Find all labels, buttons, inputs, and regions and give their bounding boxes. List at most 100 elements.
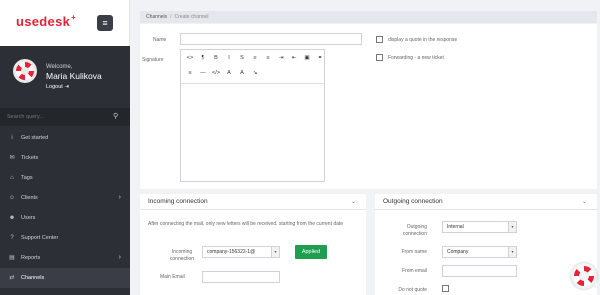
outgoing-title: Outgoing connection bbox=[383, 198, 443, 205]
chevron-right-icon: › bbox=[118, 194, 121, 201]
clear-format-icon[interactable]: ↘ bbox=[250, 70, 260, 76]
code-icon[interactable]: <> bbox=[185, 55, 195, 61]
outgoing-connection-label: Outgoing connection bbox=[402, 224, 427, 237]
chart-icon: ▤ bbox=[9, 255, 15, 261]
sidebar-item-label: Reports bbox=[21, 255, 41, 261]
breadcrumb: Channels / Create channel bbox=[140, 11, 597, 23]
bullet-list-icon[interactable]: ≡ bbox=[250, 55, 260, 61]
from-name-value: Company bbox=[447, 249, 469, 255]
sidebar-item-channels[interactable]: ⇄ Channels bbox=[0, 268, 130, 288]
forward-checkbox[interactable] bbox=[376, 54, 383, 61]
italic-icon[interactable]: I bbox=[224, 55, 234, 61]
search-input[interactable] bbox=[7, 111, 107, 123]
sidebar-item-users[interactable]: ☻ Users bbox=[0, 208, 130, 228]
indent-icon[interactable]: ⇤ bbox=[289, 55, 299, 61]
do-not-quote-checkbox[interactable] bbox=[442, 285, 449, 292]
outgoing-connection-card: Outgoing connection ⌄ Outgoing connection… bbox=[375, 194, 597, 295]
logo-text: usedesk bbox=[16, 14, 71, 29]
logout-label: Logout bbox=[46, 84, 63, 90]
lifebuoy-icon bbox=[574, 266, 594, 286]
outdent-icon[interactable]: ⇥ bbox=[276, 55, 286, 61]
editor-toolbar: <> ¶ B I S ≡ ≡ ⇥ ⇤ ▣ ⚭ ≡ — </> A A ↘ bbox=[181, 50, 324, 84]
link-icon[interactable]: ⚭ bbox=[315, 55, 325, 61]
inbox-icon: ✉ bbox=[9, 155, 15, 161]
sidebar-item-clients[interactable]: ☺ Clients › bbox=[0, 188, 130, 208]
question-icon: ? bbox=[10, 235, 14, 241]
horizontal-rule-icon[interactable]: — bbox=[198, 70, 208, 76]
welcome-text: Welcome, bbox=[46, 64, 73, 70]
font-color-icon[interactable]: A bbox=[224, 70, 234, 76]
sidebar-item-tickets[interactable]: ✉ Tickets bbox=[0, 148, 130, 168]
sidebar-nav: i Get started ✉ Tickets ⌂ Tags ☺ Clients › ☻ Users… bbox=[0, 128, 130, 288]
incoming-card-header[interactable]: Incoming connection ⌄ bbox=[140, 194, 366, 210]
main-email-label: Main Email bbox=[160, 274, 185, 280]
logout-icon: ⇥ bbox=[64, 84, 69, 90]
main-content: Channels / Create channel Name Signature <… bbox=[130, 0, 600, 295]
paragraph-icon[interactable]: ¶ bbox=[198, 55, 208, 61]
sidebar-item-get-started[interactable]: i Get started bbox=[0, 128, 130, 148]
from-email-label: From email bbox=[401, 268, 427, 274]
numbered-list-icon[interactable]: ≡ bbox=[263, 55, 273, 61]
sidebar-item-label: Users bbox=[21, 215, 36, 221]
background-color-icon[interactable]: A bbox=[237, 70, 247, 76]
from-email-field[interactable] bbox=[442, 265, 517, 277]
forward-option-label: Forwarding - a new ticket bbox=[388, 55, 444, 61]
chevron-down-icon: ▾ bbox=[508, 222, 516, 232]
quote-option-label: display a quote in the response bbox=[388, 37, 458, 43]
code-block-icon[interactable]: </> bbox=[211, 70, 221, 76]
breadcrumb-channels[interactable]: Channels bbox=[146, 14, 167, 20]
incoming-connection-select[interactable]: company-156322-1@ ▾ bbox=[202, 246, 280, 258]
support-widget-button[interactable] bbox=[571, 263, 597, 289]
menu-toggle-button[interactable]: ≡ bbox=[97, 15, 113, 31]
sidebar: usedesk+ ≡ Welcome, Maria Kulikova Logou… bbox=[0, 0, 130, 295]
incoming-connection-value: company-156322-1@ bbox=[207, 249, 256, 255]
incoming-note: After connecting the mail, only new lett… bbox=[148, 221, 344, 227]
usedesk-logo[interactable]: usedesk+ bbox=[16, 13, 76, 29]
signature-label: Signature bbox=[142, 57, 164, 63]
user-icon: ☻ bbox=[8, 215, 16, 221]
align-icon[interactable]: ≡ bbox=[185, 70, 195, 76]
from-name-select[interactable]: Company ▾ bbox=[442, 246, 517, 258]
incoming-connection-card: Incoming connection ⌄ After connecting th… bbox=[140, 194, 366, 295]
info-icon: i bbox=[11, 135, 13, 141]
logout-link[interactable]: Logout ⇥ bbox=[46, 84, 69, 90]
signature-editor[interactable]: <> ¶ B I S ≡ ≡ ⇥ ⇤ ▣ ⚭ ≡ — </> A A ↘ bbox=[180, 49, 325, 182]
incoming-title: Incoming connection bbox=[148, 198, 208, 205]
outgoing-connection-select[interactable]: Internal ▾ bbox=[442, 221, 517, 233]
outgoing-card-header[interactable]: Outgoing connection ⌄ bbox=[375, 194, 597, 210]
breadcrumb-current: Create channel bbox=[174, 14, 209, 20]
strike-icon[interactable]: S bbox=[237, 55, 247, 61]
chevron-down-icon: ⌄ bbox=[581, 199, 587, 205]
avatar bbox=[13, 59, 37, 83]
name-field[interactable] bbox=[180, 33, 362, 45]
name-label: Name bbox=[153, 37, 167, 43]
bold-icon[interactable]: B bbox=[211, 55, 221, 61]
users-icon: ☺ bbox=[8, 195, 16, 201]
sidebar-item-support-center[interactable]: ? Support Center bbox=[0, 228, 130, 248]
sidebar-search: ⚲ bbox=[0, 108, 130, 126]
sidebar-item-label: Tags bbox=[21, 175, 33, 181]
user-name: Maria Kulikova bbox=[46, 71, 102, 81]
channel-form-panel: Name Signature <> ¶ B I S ≡ ≡ ⇥ ⇤ ▣ ⚭ ≡ — </> A A ↘ disp… bbox=[140, 24, 597, 189]
search-icon[interactable]: ⚲ bbox=[113, 112, 118, 120]
main-email-field[interactable] bbox=[202, 271, 280, 283]
sidebar-item-label: Get started bbox=[21, 135, 49, 141]
lifebuoy-icon bbox=[16, 62, 34, 80]
outgoing-connection-value: Internal bbox=[447, 224, 464, 230]
chevron-down-icon: ▾ bbox=[508, 247, 516, 257]
applied-button[interactable]: Applied bbox=[295, 245, 327, 259]
user-panel: Welcome, Maria Kulikova Logout ⇥ bbox=[0, 46, 130, 108]
sidebar-item-label: Tickets bbox=[21, 155, 39, 161]
chevron-right-icon: › bbox=[118, 254, 121, 261]
sidebar-item-tags[interactable]: ⌂ Tags bbox=[0, 168, 130, 188]
incoming-connection-label: Incoming connection bbox=[169, 249, 195, 262]
from-name-label: From name bbox=[401, 249, 427, 255]
image-icon[interactable]: ▣ bbox=[302, 55, 312, 61]
breadcrumb-separator: / bbox=[170, 14, 172, 20]
sidebar-item-label: Support Center bbox=[21, 235, 59, 241]
tag-icon: ⌂ bbox=[10, 175, 14, 181]
quote-checkbox[interactable] bbox=[376, 36, 383, 43]
sidebar-item-label: Clients bbox=[21, 195, 38, 201]
sidebar-item-reports[interactable]: ▤ Reports › bbox=[0, 248, 130, 268]
hamburger-icon: ≡ bbox=[102, 18, 108, 28]
